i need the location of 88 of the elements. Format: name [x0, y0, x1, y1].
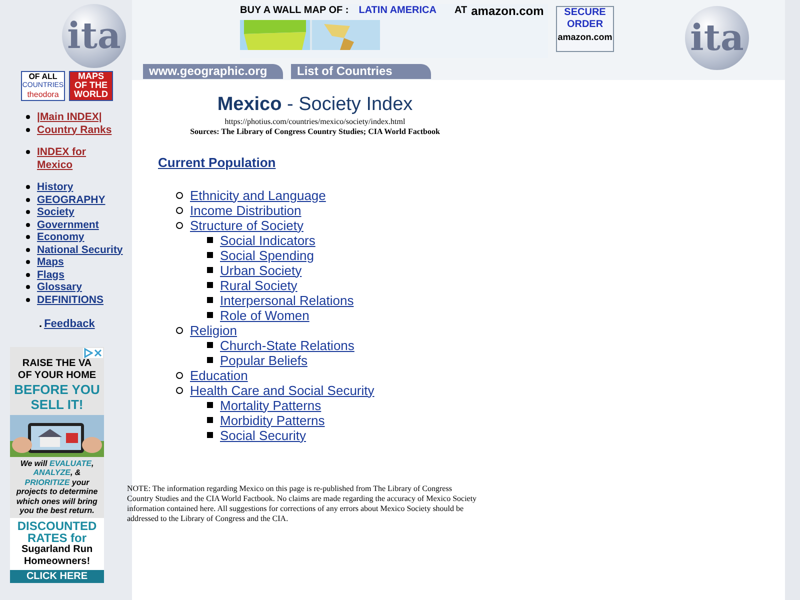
bullet-icon — [176, 206, 183, 214]
bullet-icon — [207, 312, 213, 318]
bullet-icon — [207, 432, 213, 438]
topic-link[interactable]: Social Indicators — [220, 232, 316, 248]
ad-text: We will EVALUATE, ANALYZE, & PRIORITIZE your projects to determine which ones will bring you the best return. — [15, 458, 99, 517]
bullet-icon — [207, 402, 213, 408]
ad-button[interactable]: CLICK HERE — [10, 570, 104, 582]
nav-link[interactable]: Maps — [37, 256, 129, 268]
nav-link[interactable]: Flags — [37, 268, 129, 281]
nav-link[interactable]: Glossary — [37, 281, 129, 294]
nav-link[interactable]: Government — [37, 218, 129, 231]
topic-link[interactable]: Health Care and Social Security — [190, 382, 374, 398]
nav-link[interactable]: Economy — [37, 231, 129, 244]
bullet-icon — [207, 297, 213, 303]
topic-link[interactable]: Morbidity Patterns — [220, 412, 325, 428]
nav-link[interactable]: Society — [37, 206, 129, 218]
topic-link[interactable]: Popular Beliefs — [220, 352, 308, 368]
bullet-icon — [26, 260, 30, 264]
bullet-icon — [207, 237, 213, 243]
note-text: NOTE: The information regarding Mexico on this page is re-published from The Library of Congress Country Studies and the CIA World Factbook. No claims are made regarding the accuracy of Mexico Society information contained here. All suggestions for corrections of any errors about Mexico Society should be addressed to the Library of Congress and the CIA. — [127, 484, 477, 524]
ad-offer: Homeowners! — [24, 556, 90, 568]
ad-headline: RAISE THE VA — [22, 358, 92, 370]
ad-offer: RATES for — [27, 532, 87, 544]
bullet-icon — [176, 386, 183, 394]
ad-offer: DISCOUNTED — [17, 520, 97, 532]
bullet-icon — [207, 267, 213, 273]
bullet-icon — [26, 222, 30, 226]
bullet-icon — [26, 235, 30, 239]
bullet-icon — [207, 357, 213, 363]
bullet-icon — [176, 372, 183, 378]
nav-link[interactable]: GEOGRAPHY — [37, 194, 129, 206]
nav-link[interactable]: Country Ranks — [37, 124, 129, 136]
ad-headline: BEFORE YOU — [14, 382, 100, 396]
topic-link[interactable]: Social Spending — [220, 248, 314, 262]
banner-text: BUY A WALL MAP OF : — [240, 4, 349, 18]
bullet-icon — [176, 192, 183, 198]
sources-text: Sources: The Library of Congress Country Studies; CIA World Factbook — [190, 127, 440, 137]
topic-link[interactable]: Church-State Relations — [220, 338, 354, 352]
bullet-icon — [26, 198, 30, 202]
ad-headline: SELL IT! — [30, 396, 84, 412]
ad-headline: OF YOUR HOME — [18, 370, 96, 382]
advertisement[interactable] — [10, 346, 104, 582]
bullet-icon — [26, 128, 30, 132]
topic-link[interactable]: Role of Women — [220, 308, 310, 322]
topic-link[interactable]: Religion — [190, 322, 237, 338]
maps-badge[interactable]: MAPS OF THE WORLD — [69, 71, 113, 101]
bullet-icon — [26, 115, 30, 119]
banner-text: amazon.com — [471, 4, 544, 18]
secure-order-button[interactable]: SECURE ORDER amazon.com — [556, 6, 614, 52]
topic-link[interactable]: Urban Society — [220, 262, 302, 278]
bullet-icon — [176, 222, 183, 228]
topic-link[interactable]: Rural Society — [220, 278, 298, 292]
topic-link[interactable]: Ethnicity and Language — [190, 188, 326, 202]
bullet-icon — [176, 326, 183, 334]
bullet-icon — [26, 210, 30, 214]
feedback-dot: . — [39, 317, 42, 332]
nav-tab[interactable]: www.geographic.org — [143, 64, 283, 79]
banner-text: LATIN AMERICA — [358, 4, 436, 18]
topic-link[interactable]: Income Distribution — [190, 202, 302, 218]
nav-link[interactable]: INDEX for Mexico — [37, 146, 101, 171]
topic-link[interactable]: Education — [190, 368, 248, 382]
bullet-icon — [207, 252, 213, 258]
nav-link[interactable]: National Security — [37, 244, 129, 256]
section-link[interactable]: Current Population — [158, 153, 276, 172]
ad-offer: Sugarland Run — [21, 544, 93, 556]
bullet-icon — [26, 248, 30, 252]
topic-link[interactable]: Structure of Society — [190, 218, 304, 232]
nav-tab[interactable]: List of Countries — [291, 64, 431, 79]
banner-text: AT — [454, 4, 468, 18]
topic-link[interactable]: Interpersonal Relations — [220, 292, 354, 308]
bullet-icon — [26, 298, 30, 302]
bullet-icon — [207, 282, 213, 288]
close-icon[interactable] — [93, 348, 103, 358]
bullet-icon — [26, 150, 30, 154]
nav-link[interactable]: |Main INDEX| — [37, 111, 129, 124]
bullet-icon — [26, 272, 30, 276]
bullet-icon — [207, 417, 213, 423]
topic-link[interactable]: Mortality Patterns — [220, 398, 322, 412]
feedback-link[interactable]: Feedback — [44, 316, 95, 332]
nav-link[interactable]: History — [37, 181, 129, 194]
triangle-icon[interactable] — [83, 348, 93, 358]
topic-link[interactable]: Social Security — [220, 428, 306, 442]
bullet-icon — [26, 285, 30, 289]
bullet-icon — [26, 185, 30, 189]
nav-link[interactable]: DEFINITIONS — [37, 294, 129, 306]
page-title: Mexico - Society Index — [217, 94, 413, 116]
bullet-icon — [207, 342, 213, 348]
page-url: https://photius.com/countries/mexico/society/index.html — [224, 116, 406, 127]
